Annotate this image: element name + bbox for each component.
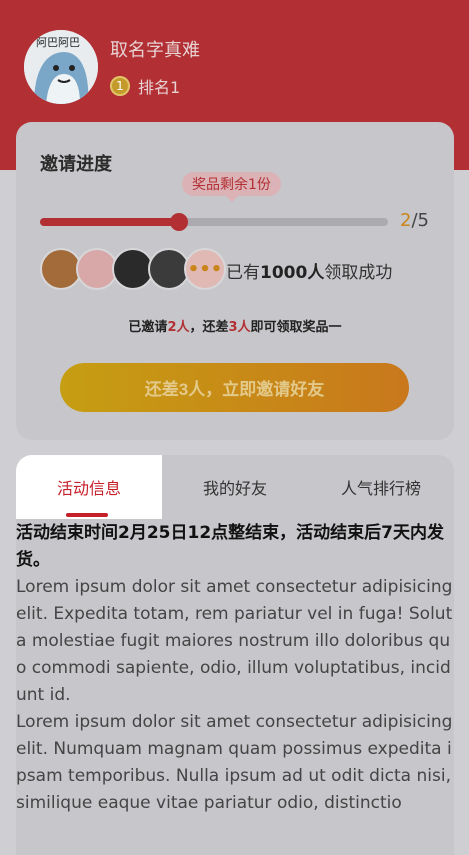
invite-title: 邀请进度: [40, 154, 112, 175]
remaining-note: 已邀请2人，还差3人即可领取奖品一: [16, 316, 454, 335]
avatar-shark-icon: 阿巴阿巴: [24, 30, 98, 104]
medal-icon: 1: [110, 76, 130, 96]
claim-suffix: 领取成功: [324, 263, 393, 283]
note-invited-prefix: 已邀请: [128, 320, 168, 335]
tab-activity-info[interactable]: 活动信息: [16, 455, 162, 519]
progress-track: [40, 213, 388, 231]
rank-badge: 1 排名1: [110, 74, 180, 98]
content-paragraph: Lorem ipsum dolor sit amet consectetur a…: [16, 712, 453, 813]
tab-leaderboard[interactable]: 人气排行榜: [308, 455, 454, 519]
activity-end-notice: 活动结束时间2月25日12点整结束，活动结束后7天内发货。: [16, 523, 444, 570]
invite-friends-button[interactable]: 还差3人，立即邀请好友: [60, 363, 409, 412]
user-name: 取名字真难: [110, 40, 200, 61]
note-middle: ，还差: [189, 320, 229, 335]
active-tab-indicator: [66, 513, 108, 517]
claim-count: 1000人: [260, 263, 325, 283]
activity-info-content: 活动结束时间2月25日12点整结束，活动结束后7天内发货。 Lorem ipsu…: [16, 520, 454, 817]
svg-text:阿巴阿巴: 阿巴阿巴: [36, 36, 80, 49]
rank-label: 排名1: [138, 78, 181, 97]
note-remaining-count: 3人: [228, 320, 251, 335]
progress-count: 2/5: [400, 210, 429, 231]
progress-current: 2: [400, 210, 412, 231]
avatar[interactable]: 阿巴阿巴: [24, 30, 98, 104]
progress-knob: [170, 213, 189, 231]
content-paragraph: Lorem ipsum dolor sit amet consectetur a…: [16, 577, 453, 705]
note-invited-count: 2人: [167, 320, 190, 335]
more-icon[interactable]: •••: [184, 248, 226, 290]
invite-progress-card: 邀请进度 奖品剩余1份 2/5 ••• 已有1000人领取成功 已邀请2人，还差…: [16, 122, 454, 440]
tab-my-friends[interactable]: 我的好友: [162, 455, 308, 519]
prize-remaining-tooltip: 奖品剩余1份: [182, 172, 281, 202]
progress-fill: [40, 218, 180, 226]
claim-summary: 已有1000人领取成功: [226, 258, 392, 283]
friend-avatars: •••: [40, 248, 226, 290]
claim-prefix: 已有: [226, 263, 260, 283]
note-suffix: 即可领取奖品一: [250, 320, 342, 335]
progress-total: 5: [417, 210, 429, 231]
